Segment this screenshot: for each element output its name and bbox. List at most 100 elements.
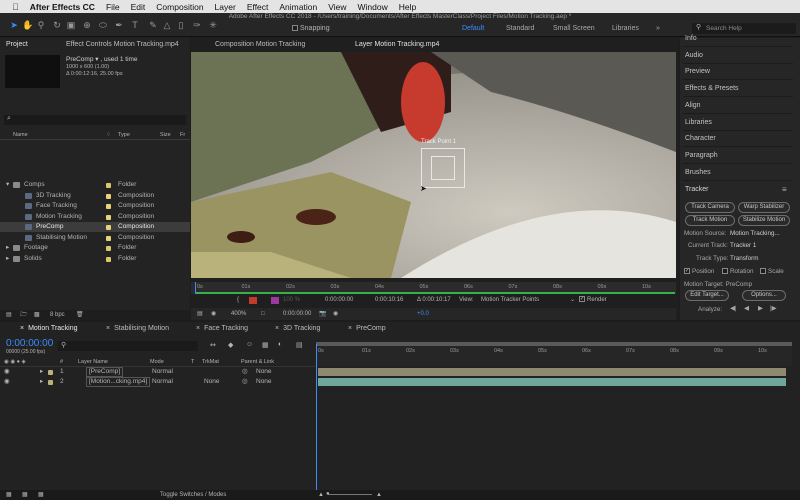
options-button[interactable]: Options...	[742, 290, 786, 301]
analyze-forward-icon[interactable]: ▶	[758, 305, 763, 312]
panel-brushes[interactable]: Brushes	[683, 165, 793, 181]
list-item[interactable]: ▸ Footage Folder	[0, 243, 190, 253]
footage-frame[interactable]: Track Point 1 ➤	[191, 52, 676, 278]
twirl-icon[interactable]: ▸	[6, 243, 9, 253]
table-row[interactable]: ◉ ▸ 2 [Motion...cking.mp4] Normal None ◎ None	[0, 377, 316, 387]
twirl-icon[interactable]: ▸	[40, 377, 43, 387]
menu-effect[interactable]: Effect	[247, 2, 269, 12]
label-swatch[interactable]	[106, 214, 111, 220]
timeline-ruler[interactable]: 0s 01s 02s 03s 04s 05s 06s 07s 08s 09s 10s	[316, 342, 792, 366]
snapping-checkbox[interactable]: Snapping	[292, 25, 330, 32]
panel-character[interactable]: Character	[683, 131, 793, 148]
zoom-slider[interactable]	[328, 494, 372, 495]
new-folder-icon[interactable]: 🗁	[20, 310, 27, 320]
timeline-timecode[interactable]: 0:00:00:00	[6, 338, 53, 349]
bpc-label[interactable]: 8 bpc	[50, 310, 65, 320]
footer-time[interactable]: 0:00:00:00	[283, 308, 311, 320]
list-item[interactable]: PreComp Composition	[0, 222, 190, 232]
column-type[interactable]: Type	[118, 130, 130, 140]
zoom-tool-icon[interactable]: ⚲	[36, 20, 46, 30]
label-swatch[interactable]	[48, 380, 53, 385]
close-icon[interactable]: ×	[106, 325, 110, 332]
menu-window[interactable]: Window	[357, 2, 387, 12]
layer-time-ruler[interactable]: 0s 01s 02s 03s 04s 05s 06s 07s 08s 09s 10s	[191, 282, 676, 294]
label-swatch[interactable]	[106, 246, 111, 251]
timeline-tab[interactable]: × PreComp	[348, 325, 386, 337]
interpret-footage-icon[interactable]: ▤	[6, 310, 12, 320]
graph-editor-icon[interactable]: ▤	[296, 341, 303, 349]
pan-behind-tool-icon[interactable]: ⊕	[82, 20, 92, 30]
zoom-in-icon[interactable]: ▲	[376, 490, 382, 500]
column-size[interactable]: Size	[160, 130, 171, 140]
trash-icon[interactable]: 🗑	[76, 310, 84, 320]
current-time-indicator[interactable]	[195, 282, 196, 294]
more-workspaces-icon[interactable]: »	[656, 25, 660, 32]
panel-preview[interactable]: Preview	[683, 64, 793, 81]
track-motion-button[interactable]: Track Motion	[685, 215, 735, 226]
track-type-dropdown[interactable]: Transform	[730, 255, 758, 262]
timeline-tab[interactable]: × Motion Tracking	[20, 325, 78, 337]
eraser-tool-icon[interactable]: ▯	[176, 20, 186, 30]
pickwhip-icon[interactable]: ◎	[242, 367, 248, 377]
clone-stamp-tool-icon[interactable]: △	[162, 20, 172, 30]
workspace-small-screen[interactable]: Small Screen	[553, 25, 595, 32]
label-swatch[interactable]	[106, 193, 111, 199]
column-layer-name[interactable]: Layer Name	[78, 358, 108, 367]
zoom-dropdown[interactable]: 400%	[231, 308, 246, 320]
timeline-tab[interactable]: × Face Tracking	[196, 325, 248, 337]
close-icon[interactable]: ×	[275, 325, 279, 332]
color-channel-icon[interactable]: ◉	[333, 308, 338, 320]
menu-file[interactable]: File	[106, 2, 120, 12]
current-time[interactable]: 0:00:00:00	[325, 295, 353, 306]
close-icon[interactable]: ×	[348, 325, 352, 332]
list-item[interactable]: Face Tracking Composition	[0, 201, 190, 211]
trkmat-dropdown[interactable]: None	[204, 377, 220, 387]
fit-icon[interactable]: □	[261, 308, 265, 320]
work-area-bar[interactable]	[316, 342, 792, 346]
close-icon[interactable]: ×	[196, 325, 200, 332]
zoom-slider-handle[interactable]: ●	[326, 489, 330, 499]
edit-target-button[interactable]: Edit Target...	[685, 290, 729, 301]
list-item[interactable]: Stabilising Motion Composition	[0, 233, 190, 243]
expand-time-icon[interactable]: ▦	[38, 490, 44, 500]
close-icon[interactable]: ×	[20, 325, 24, 332]
mask-visibility-icon[interactable]: ◉	[211, 308, 216, 320]
warp-stabilizer-button[interactable]: Warp Stabilizer	[738, 202, 790, 213]
motion-source-dropdown[interactable]: Motion Tracking...	[730, 230, 780, 237]
zoom-out-icon[interactable]: ▲	[318, 490, 324, 500]
column-fr[interactable]: Fr	[180, 130, 185, 140]
column-name[interactable]: Name	[13, 130, 28, 140]
menu-help[interactable]: Help	[399, 2, 416, 12]
rotation-checkbox[interactable]: Rotation	[722, 268, 753, 275]
panel-info[interactable]: Info	[683, 31, 793, 47]
timeline-playhead[interactable]	[316, 344, 317, 500]
layer-name[interactable]: [PreComp]	[86, 367, 124, 377]
tab-project[interactable]: Project	[6, 41, 28, 53]
label-swatch[interactable]	[106, 256, 111, 262]
menu-animation[interactable]: Animation	[279, 2, 317, 12]
menu-layer[interactable]: Layer	[215, 2, 236, 12]
panel-effects-presets[interactable]: Effects & Presets	[683, 81, 793, 98]
layer-name[interactable]: [Motion...cking.mp4]	[86, 377, 151, 387]
pen-tool-icon[interactable]: ✒	[114, 20, 124, 30]
view-dropdown[interactable]: Motion Tracker Points ⌄	[481, 295, 575, 306]
app-menu[interactable]: After Effects CC	[30, 2, 95, 12]
list-item[interactable]: 3D Tracking Composition	[0, 191, 190, 201]
table-row[interactable]: ◉ ▸ 1 [PreComp] Normal ◎ None	[0, 367, 316, 377]
stabilize-motion-button[interactable]: Stabilize Motion	[738, 215, 790, 226]
apple-icon[interactable]: 	[12, 2, 19, 12]
puppet-tool-icon[interactable]: ✳	[208, 20, 218, 30]
analyze-backward-icon[interactable]: ◀	[744, 305, 749, 312]
timeline-search-input[interactable]: ⚲	[58, 341, 198, 351]
roto-brush-tool-icon[interactable]: ✑	[192, 20, 202, 30]
workspace-libraries[interactable]: Libraries	[612, 25, 639, 32]
mode-dropdown[interactable]: Normal	[152, 367, 173, 377]
rotate-tool-icon[interactable]: ↻	[52, 20, 62, 30]
work-area-bar[interactable]	[195, 292, 675, 294]
new-comp-icon[interactable]: ▩	[34, 310, 40, 320]
exposure-value[interactable]: +0.0	[417, 308, 429, 320]
track-point-feature-region[interactable]	[431, 156, 455, 180]
comp-flowchart-icon[interactable]: ↭	[210, 341, 216, 349]
label-swatch[interactable]	[106, 183, 111, 188]
scale-checkbox[interactable]: Scale	[760, 268, 784, 275]
